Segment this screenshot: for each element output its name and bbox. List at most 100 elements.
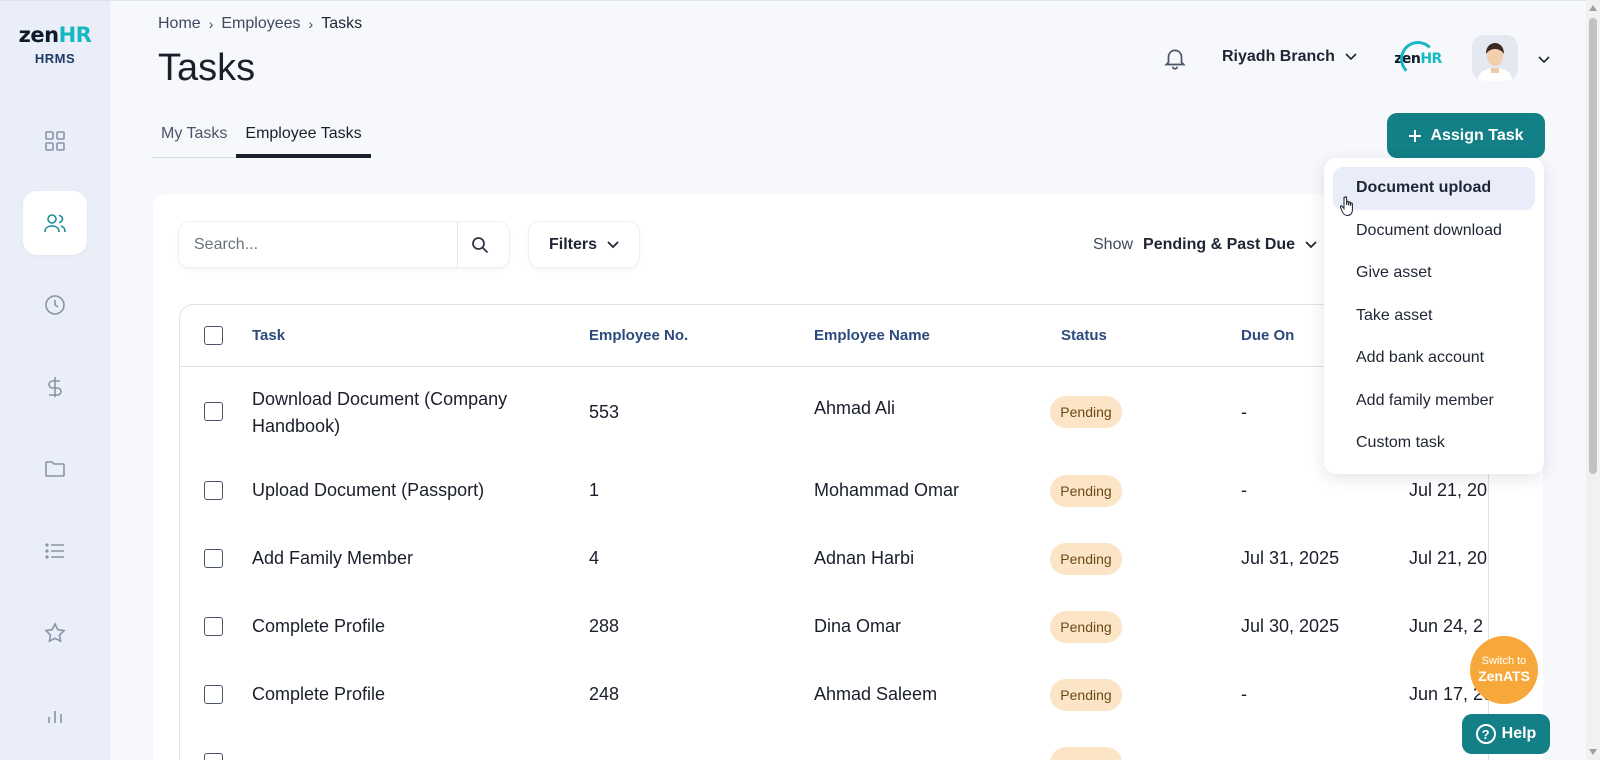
column-header-employee-name[interactable]: Employee Name — [814, 327, 930, 344]
branch-selector[interactable]: Riyadh Branch — [1222, 48, 1357, 66]
sidebar-item-employees[interactable] — [23, 191, 87, 255]
scroll-up-arrow-icon[interactable] — [1589, 5, 1597, 11]
dollar-icon — [48, 377, 62, 397]
table-row[interactable]: Add Family Member 4 Adnan Harbi Pending … — [180, 528, 1488, 596]
employee-number: 553 — [589, 402, 620, 422]
page-title: Tasks — [158, 47, 256, 89]
breadcrumb: Home › Employees › Tasks — [158, 15, 362, 33]
chevron-right-icon: › — [308, 16, 314, 32]
table-row[interactable] — [180, 732, 1488, 760]
sidebar-item-payroll[interactable] — [23, 355, 87, 419]
clock-icon — [45, 295, 65, 315]
bell-icon — [1164, 49, 1186, 70]
status-badge: Pending — [1050, 543, 1122, 575]
logo-product: HRMS — [34, 51, 76, 66]
sidebar-item-performance[interactable] — [23, 601, 87, 665]
sidebar-item-lists[interactable] — [23, 519, 87, 583]
column-header-status[interactable]: Status — [1061, 327, 1107, 344]
select-all-checkbox[interactable] — [204, 326, 223, 345]
search-icon — [472, 236, 489, 253]
employee-number: 4 — [589, 548, 600, 568]
menu-item-custom-task[interactable]: Custom task — [1333, 422, 1535, 465]
chevron-down-icon — [1538, 56, 1550, 64]
profile-menu-toggle[interactable] — [1538, 51, 1550, 69]
menu-item-add-family-member[interactable]: Add family member — [1333, 380, 1535, 423]
logo-brand-prefix: zen — [18, 23, 59, 47]
filters-button[interactable]: Filters — [529, 222, 639, 267]
breadcrumb-home[interactable]: Home — [158, 15, 201, 33]
assign-task-menu: Document upload Document download Give a… — [1324, 158, 1544, 474]
table-row[interactable]: Download Document (Company Handbook) 553 … — [180, 368, 1488, 460]
menu-item-give-asset[interactable]: Give asset — [1333, 252, 1535, 295]
avatar[interactable] — [1472, 35, 1518, 81]
column-header-due-on[interactable]: Due On — [1241, 327, 1294, 344]
scroll-down-arrow-icon[interactable] — [1589, 749, 1597, 755]
sidebar-item-dashboard[interactable] — [23, 109, 87, 173]
row-checkbox[interactable] — [204, 402, 223, 421]
task-name: Complete Profile — [252, 616, 386, 636]
hand-cursor-icon — [1340, 196, 1353, 217]
tab-employee-tasks[interactable]: Employee Tasks — [236, 113, 371, 158]
status-badge: Pending — [1050, 396, 1122, 428]
page-scrollbar[interactable] — [1586, 0, 1600, 760]
notifications-button[interactable] — [1162, 45, 1188, 71]
logo-brand-suffix: HR — [58, 23, 92, 47]
chevron-down-icon — [1345, 53, 1357, 61]
switch-ats-line1: Switch to — [1481, 655, 1527, 667]
table-row[interactable]: Upload Document (Passport) 1 Mohammad Om… — [180, 460, 1488, 528]
sidebar-item-time[interactable] — [23, 273, 87, 337]
row-checkbox[interactable] — [204, 481, 223, 500]
menu-item-take-asset[interactable]: Take asset — [1333, 295, 1535, 338]
help-button[interactable]: ? Help — [1462, 714, 1550, 754]
search-input[interactable] — [179, 222, 457, 267]
users-icon — [44, 214, 66, 233]
due-on: Jul 31, 2025 — [1241, 548, 1340, 568]
assign-task-label: Assign Task — [1430, 126, 1524, 144]
show-value: Pending & Past Due — [1143, 236, 1296, 253]
row-checkbox[interactable] — [204, 549, 223, 568]
table-row[interactable]: Complete Profile 288 Dina Omar Pending J… — [180, 596, 1488, 664]
chevron-down-icon — [1305, 241, 1317, 249]
star-icon — [44, 622, 66, 643]
list-icon — [45, 543, 64, 559]
employee-name: Dina Omar — [814, 616, 902, 636]
grid-icon — [45, 131, 65, 151]
due-on: - — [1241, 684, 1247, 704]
switch-to-zenats-button[interactable]: Switch to ZenATS — [1470, 636, 1538, 704]
tab-my-tasks[interactable]: My Tasks — [152, 113, 236, 157]
employee-number: 1 — [589, 480, 600, 500]
task-name-line2: Handbook) — [252, 416, 341, 436]
question-icon: ? — [1475, 724, 1496, 744]
show-filter[interactable]: Show Pending & Past Due — [1093, 236, 1317, 254]
created-on: Jun 24, 2 — [1409, 616, 1484, 636]
scrollbar-thumb[interactable] — [1589, 18, 1597, 474]
sidebar-item-reports[interactable] — [23, 683, 87, 747]
breadcrumb-employees[interactable]: Employees — [221, 15, 300, 33]
task-name: Add Family Member — [252, 548, 414, 568]
column-header-task[interactable]: Task — [252, 327, 285, 344]
search-button[interactable] — [458, 222, 502, 267]
menu-item-document-upload[interactable]: Document upload — [1333, 167, 1535, 210]
chevron-down-icon — [607, 240, 619, 248]
task-name-line1: Download Document (Company — [252, 389, 508, 409]
assign-task-button[interactable]: Assign Task — [1387, 113, 1545, 158]
menu-item-add-bank-account[interactable]: Add bank account — [1333, 337, 1535, 380]
table-row[interactable]: Complete Profile 248 Ahmad Saleem Pendin… — [180, 664, 1488, 732]
switch-ats-line2: ZenATS — [1478, 668, 1530, 685]
column-header-employee-no[interactable]: Employee No. — [589, 327, 688, 344]
status-badge: Pending — [1050, 679, 1122, 711]
row-checkbox[interactable] — [204, 685, 223, 704]
chevron-right-icon: › — [208, 16, 214, 32]
status-badge: Pending — [1050, 611, 1122, 643]
row-checkbox[interactable] — [204, 753, 223, 760]
tabs: My Tasks Employee Tasks — [152, 113, 371, 158]
search-box — [179, 222, 509, 267]
user-avatar-icon — [1472, 35, 1518, 81]
sidebar-item-documents[interactable] — [23, 437, 87, 501]
row-checkbox[interactable] — [204, 617, 223, 636]
menu-item-document-download[interactable]: Document download — [1333, 210, 1535, 253]
plus-icon — [1409, 129, 1422, 142]
task-name: Download Document (Company Handbook) — [252, 386, 507, 440]
created-on: Jul 21, 20 — [1409, 480, 1488, 500]
app-logo[interactable]: zenHR HRMS — [0, 23, 110, 66]
